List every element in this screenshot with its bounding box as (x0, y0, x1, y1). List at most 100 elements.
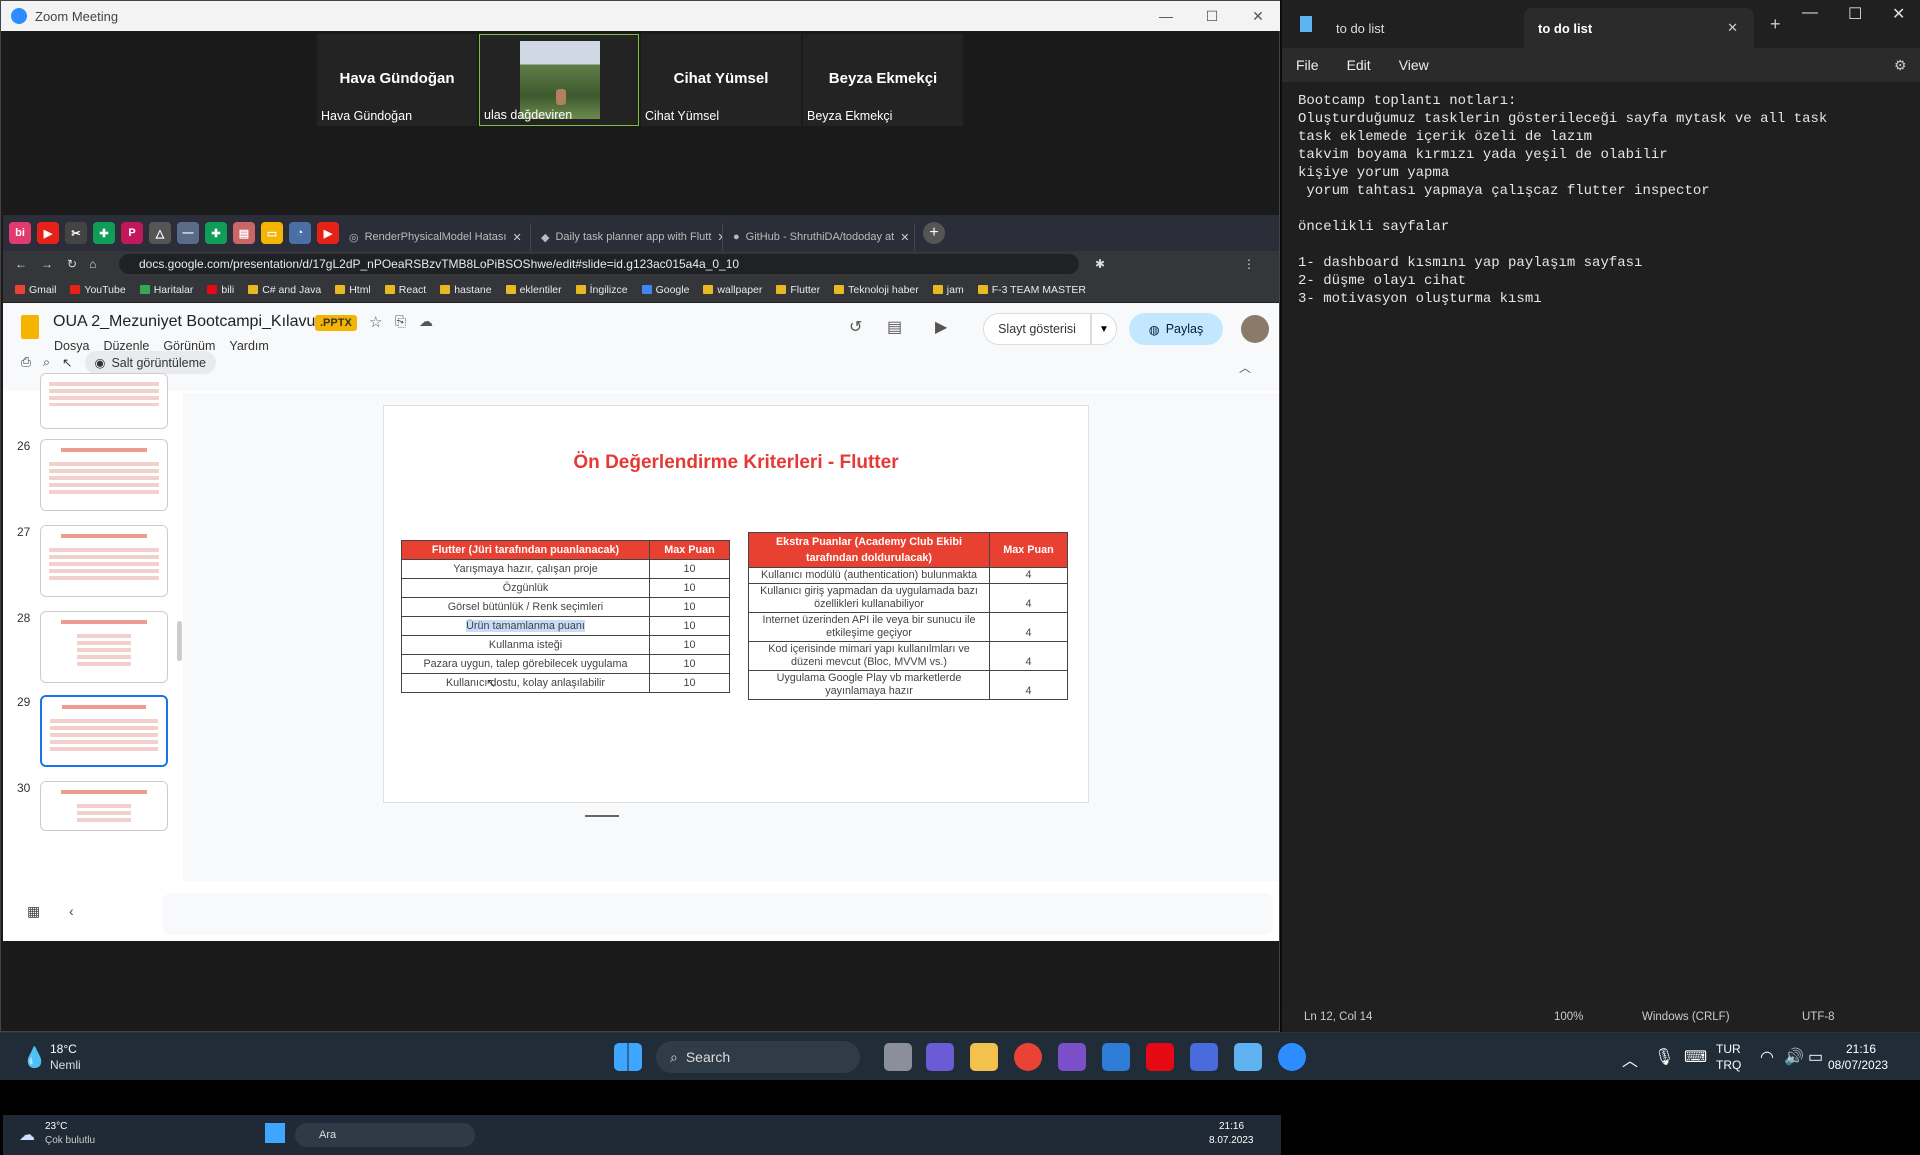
doc-title[interactable]: OUA 2_Mezuniyet Bootcampi_Kılavuz (53, 313, 323, 331)
close-tab-icon[interactable]: ✕ (1727, 20, 1738, 36)
participant-tile[interactable]: Beyza Ekmekçi Beyza Ekmekçi (803, 34, 963, 126)
notepad-tab[interactable]: to do list● (1322, 8, 1552, 48)
home-icon[interactable]: ⌂ (89, 257, 96, 271)
extensions-icon[interactable]: ✱ (1095, 257, 1105, 271)
slides-tab-icon[interactable]: ▭ (261, 222, 283, 244)
filmstrip-scrollbar[interactable] (177, 621, 182, 661)
pinned-tab[interactable]: — (177, 222, 199, 244)
menu-help[interactable]: Yardım (229, 339, 268, 353)
youtube-tab-icon[interactable]: ▶ (37, 222, 59, 244)
slide-thumbnail[interactable] (40, 611, 168, 683)
url-input[interactable]: docs.google.com/presentation/d/17gL2dP_n… (119, 254, 1079, 274)
keyboard-icon[interactable]: ⌨ (1684, 1047, 1707, 1067)
keyboard-layout[interactable]: TRQ (1716, 1058, 1741, 1072)
visual-studio-icon[interactable] (1058, 1043, 1086, 1071)
pinned-tab[interactable]: P (121, 222, 143, 244)
reload-icon[interactable]: ↻ (67, 257, 77, 271)
new-tab-button[interactable]: + (1770, 14, 1781, 35)
notepad-tab-active[interactable]: to do list ✕ (1524, 8, 1754, 48)
browser-tab[interactable]: ◎ RenderPhysicalModel Hatası ✕ (339, 223, 531, 251)
close-tab-icon[interactable]: ✕ (512, 231, 521, 244)
bookmark-folder[interactable]: F-3 TEAM MASTER (977, 284, 1086, 296)
bookmark-item[interactable]: bili (207, 284, 234, 296)
volume-icon[interactable]: 🔊 (1784, 1047, 1804, 1067)
bookmark-item[interactable]: Gmail (15, 284, 56, 296)
share-button[interactable]: ◍ Paylaş (1129, 313, 1223, 345)
slideshow-dropdown-icon[interactable]: ▼ (1091, 313, 1117, 345)
app-icon[interactable] (1190, 1043, 1218, 1071)
drive-tab-icon[interactable]: △ (149, 222, 171, 244)
history-icon[interactable]: ↺ (849, 317, 862, 337)
collapse-icon[interactable]: ︿ (1239, 359, 1251, 376)
bookmark-item[interactable]: YouTube (70, 284, 126, 296)
grid-view-icon[interactable]: ▦ (27, 903, 40, 920)
windows-start-icon[interactable] (265, 1123, 285, 1143)
search-box[interactable]: Ara (295, 1123, 475, 1147)
participant-tile[interactable]: Hava Gündoğan Hava Gündoğan (317, 34, 477, 126)
bookmark-folder[interactable]: React (384, 284, 426, 296)
speaker-notes[interactable] (163, 893, 1273, 935)
close-icon[interactable]: ✕ (1892, 4, 1905, 24)
browser-tab[interactable]: ● GitHub - ShruthiDA/tododay at ✕ (723, 223, 915, 251)
task-view-icon[interactable] (884, 1043, 912, 1071)
cloud-icon[interactable]: ☁ (419, 313, 433, 330)
slide-thumbnail[interactable] (40, 373, 168, 429)
slide-thumbnail[interactable] (40, 439, 168, 511)
menu-view[interactable]: View (1399, 57, 1429, 73)
menu-edit[interactable]: Edit (1347, 57, 1371, 73)
bookmark-folder[interactable]: hastane (440, 284, 492, 296)
resize-handle[interactable] (585, 815, 619, 817)
minimize-icon[interactable]: — (1143, 1, 1189, 31)
bookmark-item[interactable]: Google (641, 284, 689, 296)
youtube-tab-icon[interactable]: ▶ (317, 222, 339, 244)
minimize-icon[interactable]: — (1802, 4, 1818, 22)
language-code[interactable]: TUR (1716, 1042, 1741, 1056)
close-icon[interactable]: ✕ (1235, 1, 1281, 31)
notepad-text-area[interactable]: Bootcamp toplantı notları: Oluşturduğumu… (1298, 92, 1908, 992)
browser-tab[interactable]: ◆Daily task planner app with Flutt✕ (531, 223, 723, 251)
sheets-tab-icon[interactable]: ✚ (93, 222, 115, 244)
battery-icon[interactable]: ▭ (1808, 1047, 1823, 1067)
back-icon[interactable]: ← (15, 257, 27, 271)
move-icon[interactable]: ⎘ (395, 313, 406, 330)
windows-start-icon[interactable] (614, 1043, 642, 1071)
clock-time[interactable]: 21:16 (1846, 1042, 1876, 1056)
teams-icon[interactable] (926, 1043, 954, 1071)
search-box[interactable]: ⌕ Search (656, 1041, 860, 1073)
forward-icon[interactable]: → (41, 257, 53, 271)
menu-file[interactable]: File (1296, 57, 1319, 73)
pinned-tab[interactable]: ✂ (65, 222, 87, 244)
settings-icon[interactable]: ⚙ (1894, 57, 1907, 74)
pinned-tab[interactable]: bi (9, 222, 31, 244)
slide-thumbnail[interactable] (40, 781, 168, 831)
sheets-tab-icon[interactable]: ✚ (205, 222, 227, 244)
meet-icon[interactable]: ▶ (935, 317, 947, 337)
bookmark-folder[interactable]: C# and Java (248, 284, 321, 296)
bookmark-folder[interactable]: Teknoloji haber (834, 284, 919, 296)
print-icon[interactable]: ⎙ (21, 355, 31, 370)
notepad-icon[interactable] (1234, 1043, 1262, 1071)
slideshow-button[interactable]: Slayt gösterisi (983, 313, 1091, 345)
mail-icon[interactable] (1102, 1043, 1130, 1071)
bookmark-folder[interactable]: Html (335, 284, 371, 296)
participant-tile[interactable]: Cihat Yümsel Cihat Yümsel (641, 34, 801, 126)
select-icon[interactable]: ↖ (62, 355, 72, 370)
slides-logo-icon[interactable] (21, 315, 39, 339)
chevron-up-icon[interactable]: ︿ (1622, 1047, 1638, 1071)
pinned-tab[interactable]: ◔ (289, 222, 311, 244)
comment-icon[interactable]: ▤ (887, 317, 902, 337)
slide-thumbnail-selected[interactable] (40, 695, 168, 767)
participant-tile-active[interactable]: ulas dağdeviren (479, 34, 639, 126)
collapse-panel-icon[interactable]: ‹ (69, 903, 74, 919)
netflix-icon[interactable] (1146, 1043, 1174, 1071)
microphone-icon[interactable]: 🎙 (1654, 1047, 1674, 1067)
maximize-icon[interactable]: ☐ (1848, 4, 1862, 24)
pinned-tab[interactable]: ▤ (233, 222, 255, 244)
bookmark-folder[interactable]: Flutter (776, 284, 820, 296)
bookmark-folder[interactable]: wallpaper (703, 284, 762, 296)
chrome-icon[interactable] (1014, 1043, 1042, 1071)
zoom-icon[interactable] (1278, 1043, 1306, 1071)
bookmark-item[interactable]: Haritalar (139, 284, 193, 296)
maximize-icon[interactable]: ☐ (1189, 1, 1235, 31)
new-tab-button[interactable]: + (923, 222, 945, 244)
